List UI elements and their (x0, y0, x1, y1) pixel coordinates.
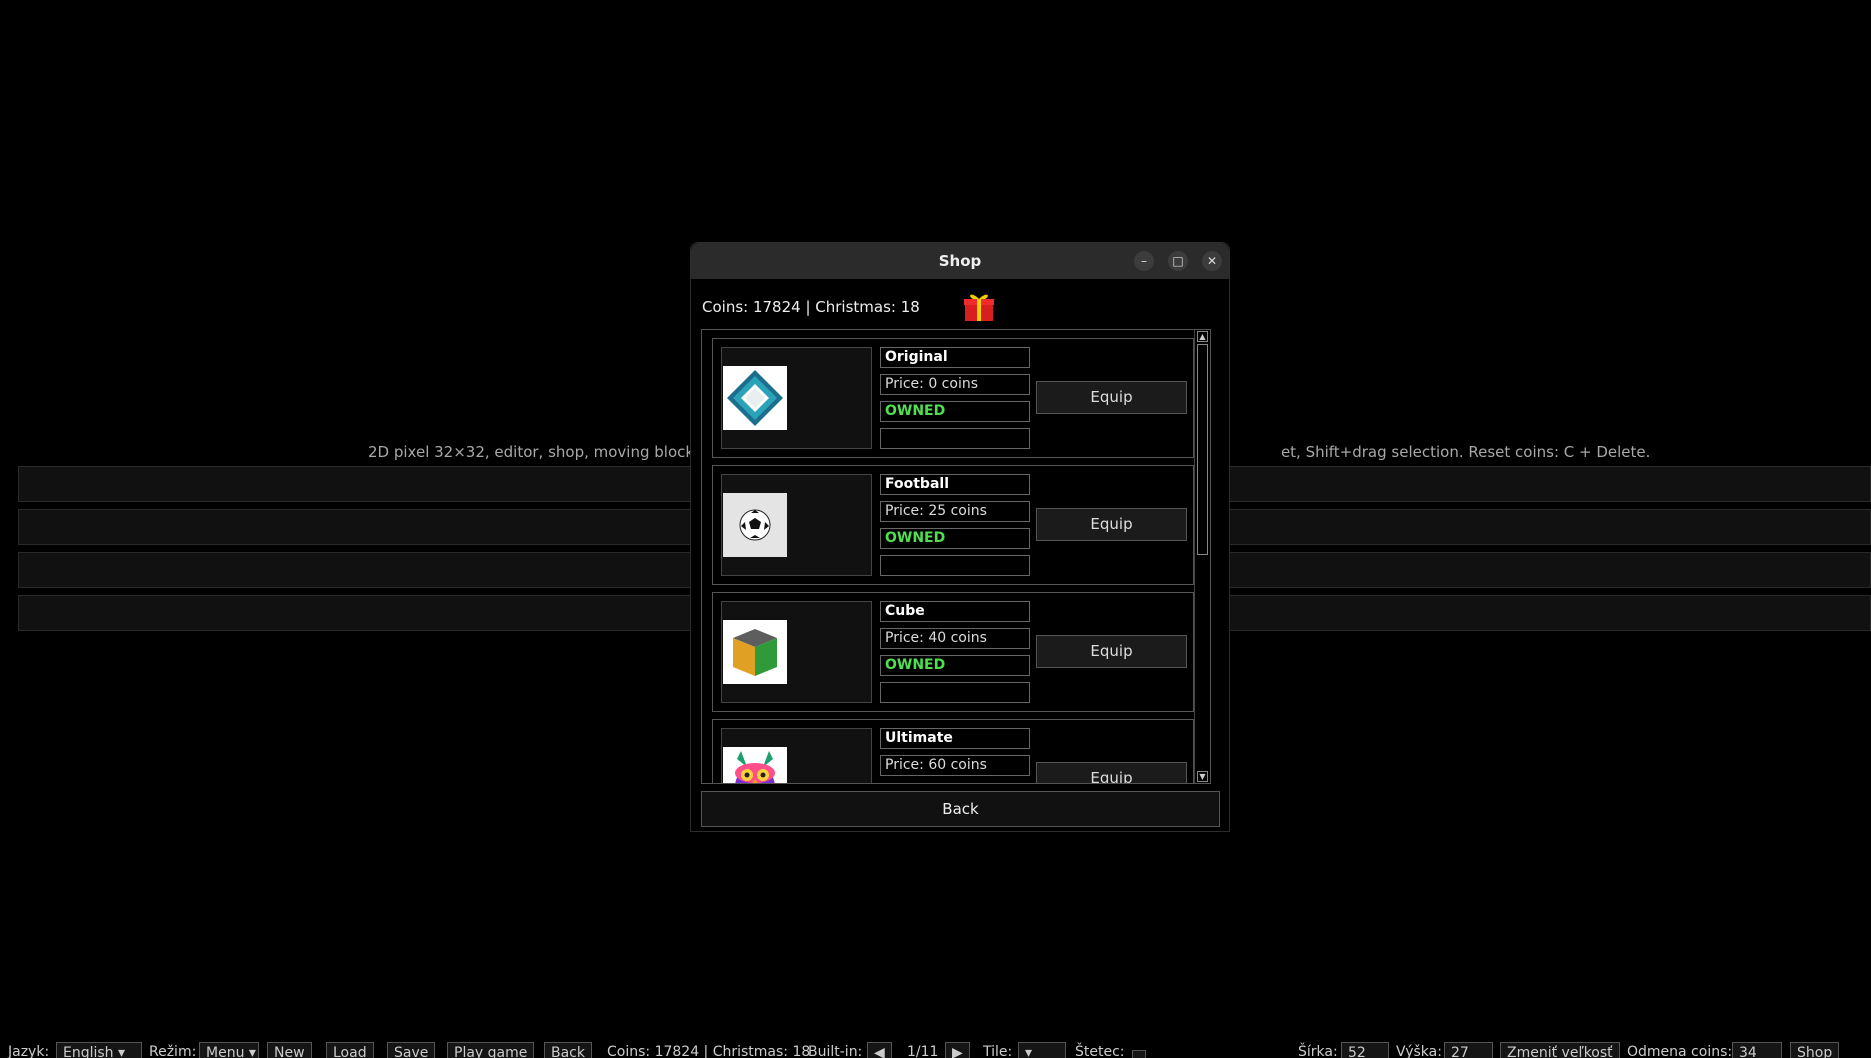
item-price: Price: 25 coins (880, 501, 1030, 522)
item-status: OWNED (880, 401, 1030, 422)
mode-label: Režim: (149, 1044, 197, 1058)
reward-input[interactable]: 34 (1732, 1042, 1782, 1058)
gift-icon[interactable] (963, 290, 995, 322)
shop-item-card: Original Price: 0 coins OWNED Equip (712, 338, 1194, 458)
equip-button[interactable]: Equip (1036, 762, 1187, 783)
shop-item-card: Cube Price: 40 coins OWNED Equip (712, 592, 1194, 712)
back-button[interactable]: Back (701, 791, 1220, 827)
new-button[interactable]: New (267, 1042, 312, 1058)
shop-item-card: Football Price: 25 coins OWNED Equip (712, 465, 1194, 585)
shop-button[interactable]: Shop (1790, 1042, 1840, 1058)
back-toolbar-button[interactable]: Back (544, 1042, 592, 1058)
reward-label: Odmena coins: (1627, 1044, 1733, 1058)
cube-icon (723, 620, 787, 684)
toolbar-coins-label: Coins: 17824 | Christmas: 18 (607, 1044, 811, 1058)
minimize-icon[interactable]: – (1134, 251, 1154, 271)
item-price: Price: 60 coins (880, 755, 1030, 776)
shop-item-list[interactable]: Original Price: 0 coins OWNED Equip Foot… (701, 329, 1211, 784)
equip-button[interactable]: Equip (1036, 381, 1187, 414)
resize-button[interactable]: Zmeniť veľkosť (1500, 1042, 1620, 1058)
item-name: Ultimate (880, 728, 1030, 749)
football-icon (723, 493, 787, 557)
bottom-toolbar: Jazyk: English ▾ Režim: Menu ▾ New Load … (0, 1040, 1871, 1058)
shop-item-card: Ultimate Price: 60 coins Equip (712, 719, 1194, 783)
item-preview (721, 601, 872, 703)
item-extra (880, 682, 1030, 703)
item-preview (721, 728, 872, 783)
item-status: OWNED (880, 655, 1030, 676)
item-price: Price: 40 coins (880, 628, 1030, 649)
item-name: Original (880, 347, 1030, 368)
original-skin-icon (723, 366, 787, 430)
scroll-up-icon[interactable]: ▲ (1197, 331, 1208, 342)
item-price: Price: 0 coins (880, 374, 1030, 395)
mode-select[interactable]: Menu ▾ (199, 1042, 259, 1058)
tile-label: Tile: (983, 1044, 1013, 1058)
language-select[interactable]: English ▾ (56, 1042, 142, 1058)
load-button[interactable]: Load (326, 1042, 374, 1058)
height-label: Výška: (1396, 1044, 1442, 1058)
height-input[interactable]: 27 (1444, 1042, 1493, 1058)
maximize-icon[interactable]: □ (1168, 251, 1188, 271)
width-label: Šírka: (1298, 1044, 1338, 1058)
scroll-down-icon[interactable]: ▼ (1197, 771, 1208, 782)
dialog-titlebar[interactable]: Shop – □ ✕ (691, 243, 1229, 279)
equip-button[interactable]: Equip (1036, 635, 1187, 668)
scrollbar-thumb[interactable] (1197, 344, 1208, 555)
ultimate-owl-icon (723, 747, 787, 783)
brush-checkbox[interactable] (1132, 1050, 1146, 1058)
save-button[interactable]: Save (387, 1042, 436, 1058)
next-page-icon[interactable]: ▶ (945, 1042, 970, 1058)
equip-button[interactable]: Equip (1036, 508, 1187, 541)
item-name: Football (880, 474, 1030, 495)
play-game-button[interactable]: Play game (447, 1042, 535, 1058)
shop-dialog: Shop – □ ✕ Coins: 17824 | Christmas: 18 (690, 242, 1230, 832)
item-preview (721, 347, 872, 449)
item-name: Cube (880, 601, 1030, 622)
close-icon[interactable]: ✕ (1202, 251, 1222, 271)
brush-label: Štetec: (1075, 1044, 1125, 1058)
coins-label: Coins: 17824 | Christmas: 18 (702, 298, 920, 316)
language-label: Jazyk: (8, 1044, 50, 1058)
item-status: OWNED (880, 528, 1030, 549)
item-extra (880, 555, 1030, 576)
page-indicator: 1/11 (907, 1044, 939, 1058)
builtin-label: Built-in: (808, 1044, 863, 1058)
width-input[interactable]: 52 (1341, 1042, 1389, 1058)
list-scrollbar[interactable]: ▲ ▼ (1194, 330, 1210, 783)
prev-page-icon[interactable]: ◀ (867, 1042, 892, 1058)
tile-select[interactable]: ▾ (1018, 1042, 1066, 1058)
item-preview (721, 474, 872, 576)
item-extra (880, 428, 1030, 449)
